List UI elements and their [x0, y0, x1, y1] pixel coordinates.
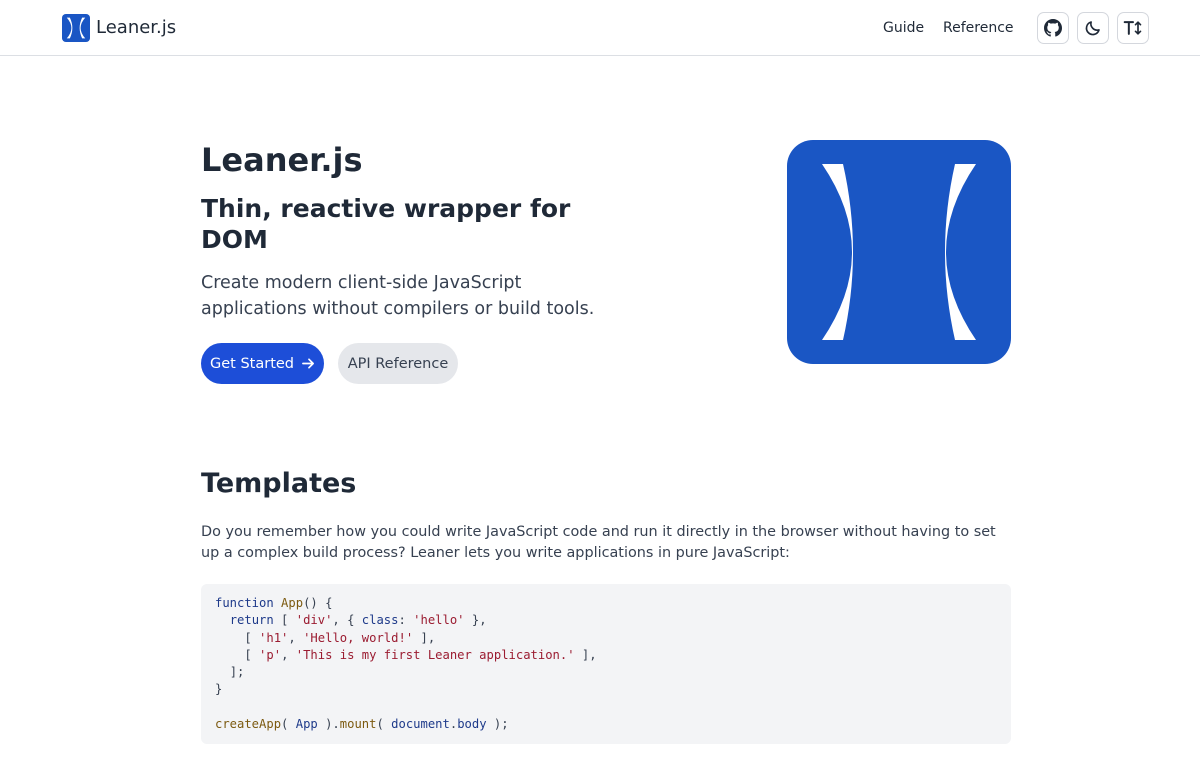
templates-heading: Templates — [201, 468, 357, 499]
get-started-label: Get Started — [210, 355, 294, 372]
code-token: , — [288, 630, 304, 645]
code-token: 'This is my first Leaner application.' — [295, 647, 575, 662]
arrow-right-icon — [302, 358, 314, 369]
code-token: , — [281, 647, 296, 662]
code-token: } — [215, 682, 223, 697]
text-size-icon — [1123, 21, 1142, 35]
nav-reference[interactable]: Reference — [943, 0, 1014, 56]
nav-guide-label[interactable]: Guide — [883, 20, 924, 36]
code-token: ], — [574, 647, 597, 662]
code-token: : — [398, 613, 414, 628]
top-navigation-bar: Leaner.js Guide Reference — [0, 0, 1200, 56]
templates-paragraph: Do you remember how you could write Java… — [201, 524, 996, 561]
brand-name: Leaner.js — [96, 17, 177, 38]
github-icon — [1044, 19, 1062, 37]
code-token: createApp — [215, 717, 282, 732]
hero-subtitle: Thin, reactive wrapper for DOM — [201, 194, 571, 254]
hero-description: Create modern client-side JavaScript app… — [201, 273, 595, 319]
code-token: 'div' — [295, 613, 333, 628]
code-token: document — [391, 717, 450, 732]
code-token: class — [361, 613, 399, 628]
brand-link[interactable]: Leaner.js — [62, 13, 176, 43]
get-started-button[interactable]: Get Started — [201, 343, 324, 384]
leaner-hero-logo — [787, 140, 1011, 364]
nav-reference-label[interactable]: Reference — [943, 20, 1014, 36]
leaner-logo-icon — [62, 14, 90, 42]
code-token: , { — [332, 613, 362, 628]
moon-icon — [1085, 21, 1100, 36]
code-token: function — [215, 596, 274, 610]
font-size-button[interactable] — [1117, 12, 1149, 44]
code-token: [ — [244, 647, 260, 662]
code-token: ); — [486, 717, 509, 732]
nav-guide[interactable]: Guide — [883, 0, 924, 56]
code-token: mount — [339, 717, 377, 732]
code-example: function App() { return [ 'div', { class… — [201, 584, 1011, 744]
code-token: body — [457, 717, 487, 732]
api-reference-label: API Reference — [347, 355, 449, 372]
api-reference-button[interactable]: API Reference — [338, 343, 458, 384]
theme-toggle-button[interactable] — [1077, 12, 1109, 44]
code-token: ]; — [229, 665, 245, 680]
code-token: ). — [317, 717, 340, 732]
code-token: 'h1' — [259, 630, 289, 645]
code-token: ], — [413, 630, 436, 645]
hero-title: Leaner.js — [201, 141, 363, 179]
code-token: () { — [303, 596, 333, 610]
code-token: [ — [244, 630, 260, 645]
code-token: [ — [273, 613, 296, 628]
code-token: ( — [281, 717, 296, 732]
code-token: ( — [376, 717, 392, 732]
code-token: 'Hello, world!' — [303, 630, 414, 645]
code-token: App — [281, 596, 304, 610]
code-token: 'hello' — [413, 613, 465, 628]
code-token: App — [295, 717, 318, 732]
code-token: }, — [464, 613, 487, 628]
github-button[interactable] — [1037, 12, 1069, 44]
code-token: 'p' — [259, 647, 282, 662]
code-token: return — [229, 613, 274, 628]
